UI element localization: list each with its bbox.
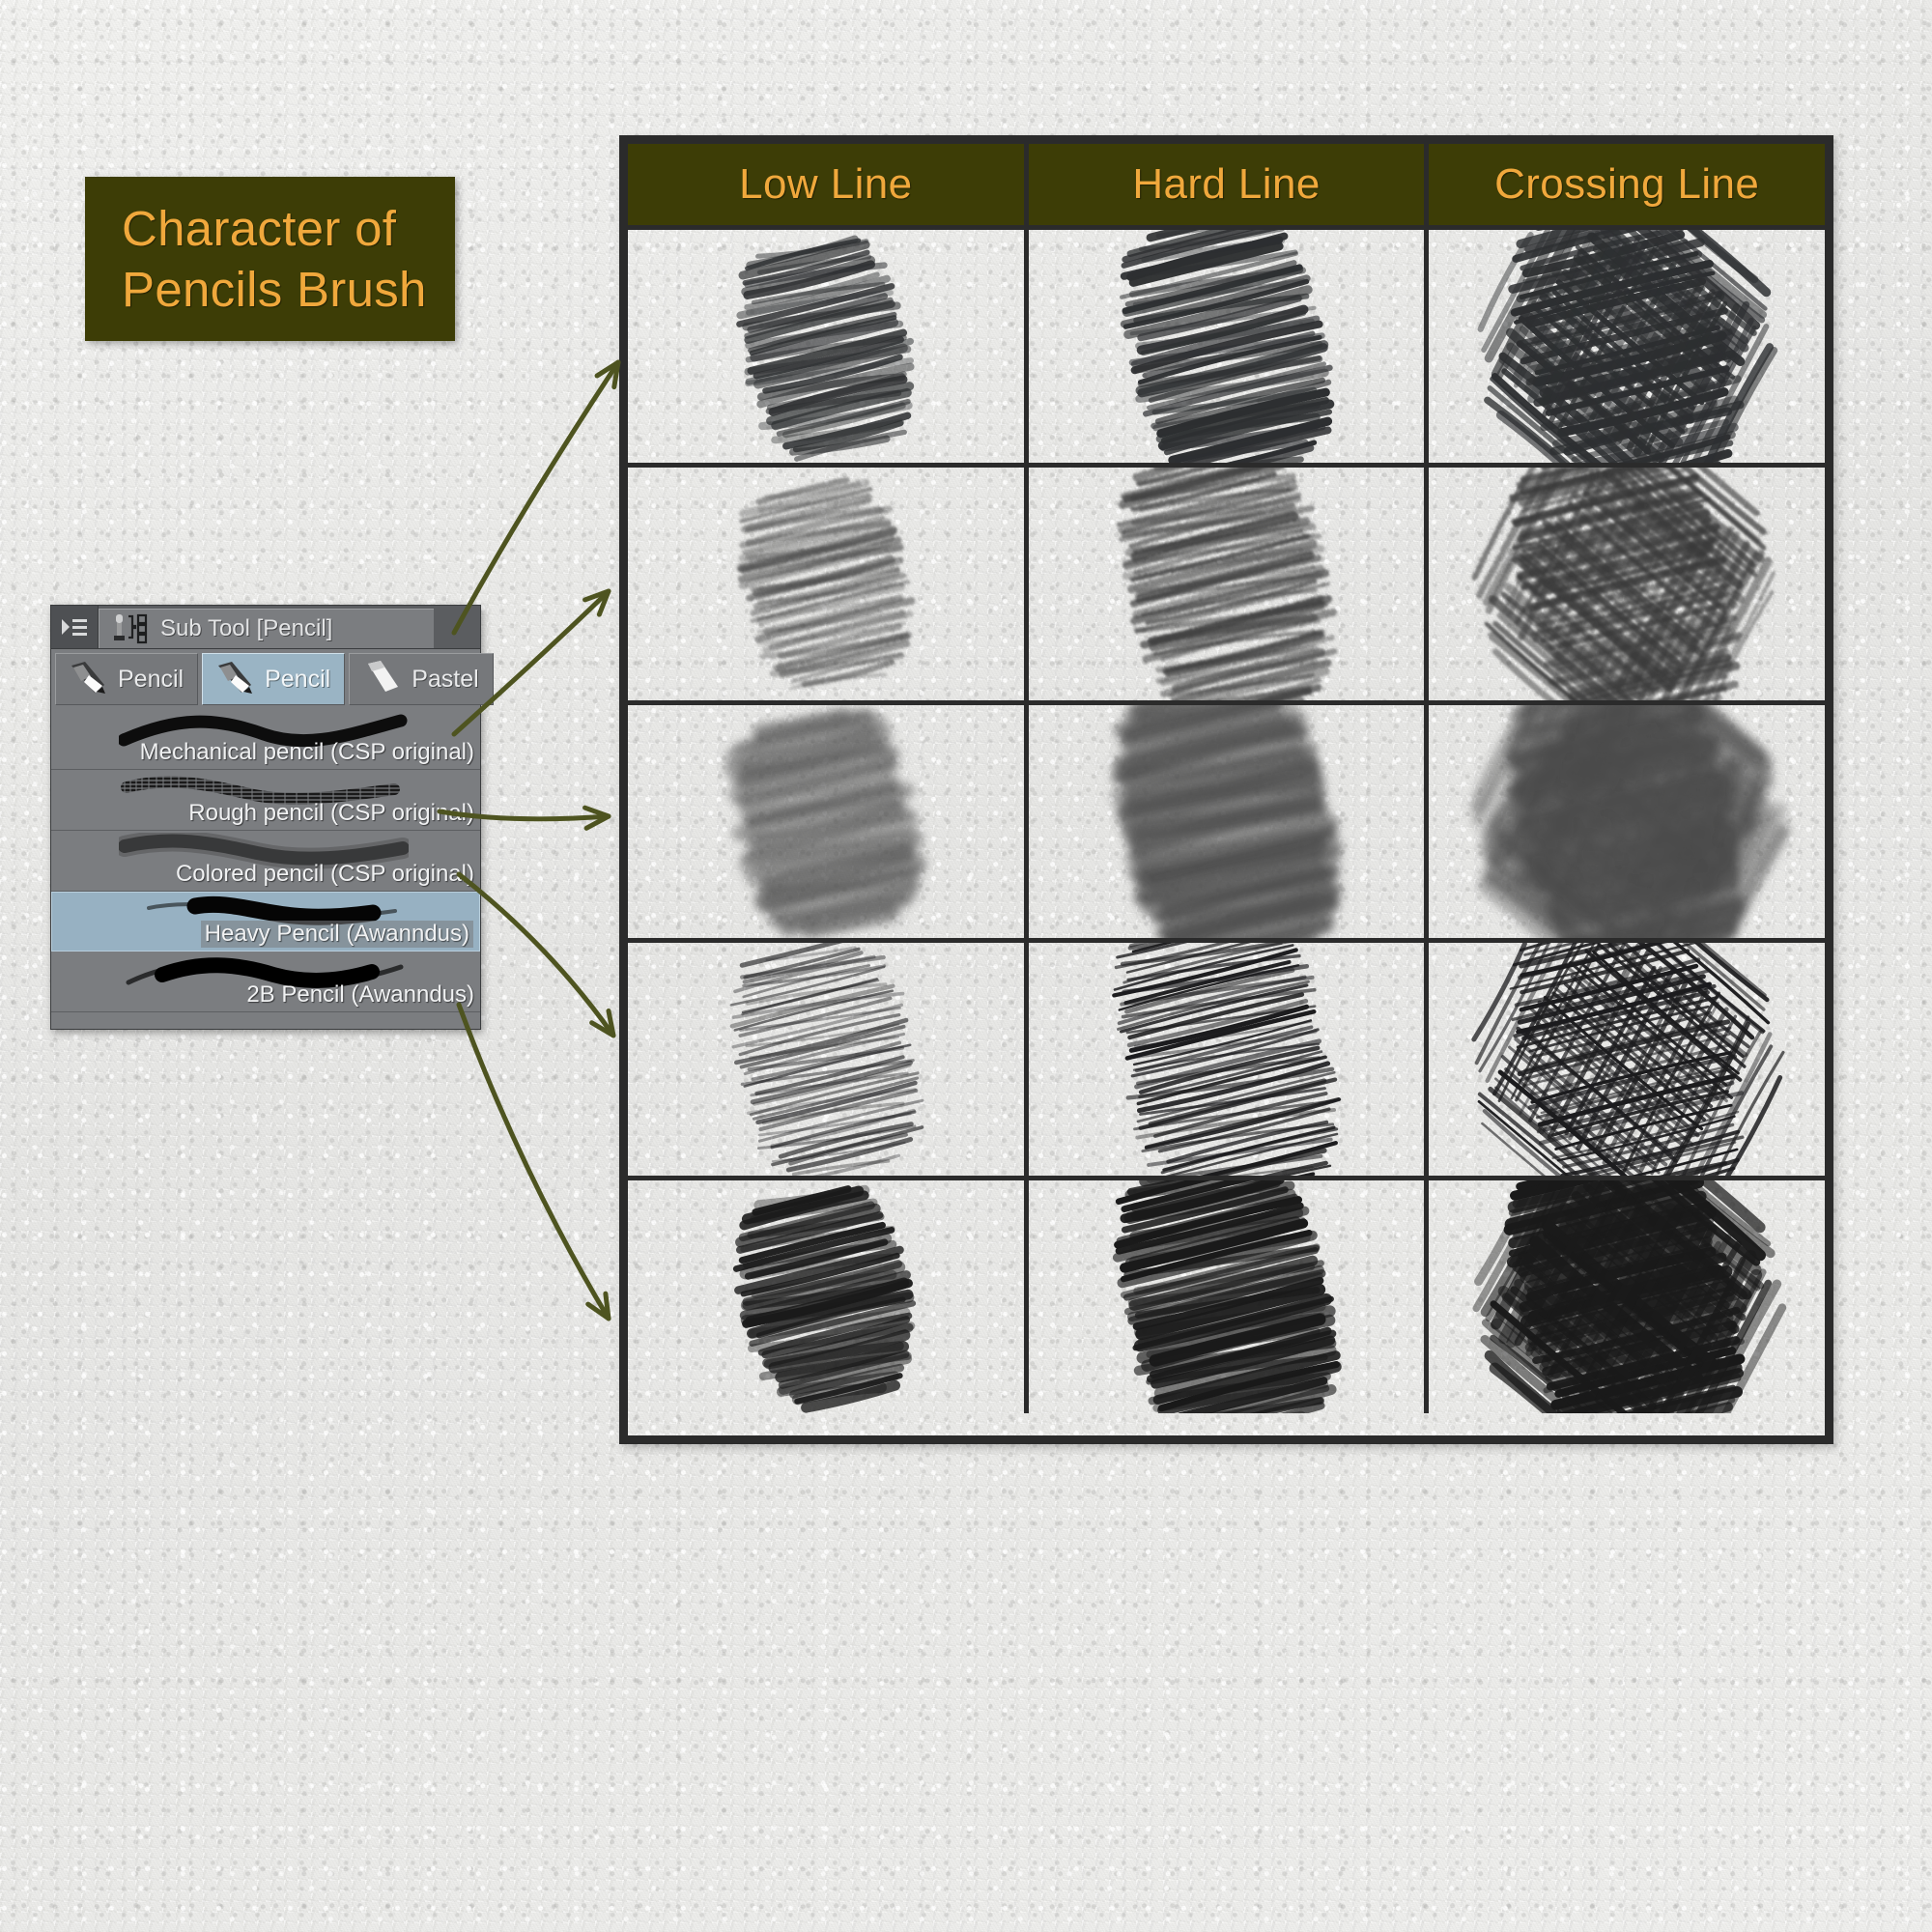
tool-tab-pencil-2[interactable]: Pencil (202, 653, 346, 705)
tool-tab-label: Pencil (118, 665, 185, 693)
sub-tool-icon (114, 613, 148, 644)
pencil-icon (218, 662, 253, 694)
sample-cell (1029, 1180, 1430, 1413)
sample-cell (1029, 468, 1430, 700)
column-header-label: Low Line (739, 160, 913, 208)
sample-cell (628, 705, 1029, 938)
pastel-icon (368, 661, 399, 692)
page-title-line-2: Pencils Brush (122, 262, 427, 317)
sub-tool-title-label: Sub Tool [Pencil] (160, 615, 333, 641)
brush-name: Heavy Pencil (Awanndus) (200, 921, 473, 948)
tool-tab-label: Pencil (265, 665, 331, 693)
table-row (628, 463, 1825, 700)
brush-name: Mechanical pencil (CSP original) (139, 739, 474, 765)
sub-tool-window[interactable]: Sub Tool [Pencil] Pencil Pencil Pastel M… (50, 605, 494, 1030)
column-header-hard-line: Hard Line (1028, 144, 1430, 225)
sub-tool-tab[interactable]: Sub Tool [Pencil] (99, 609, 434, 648)
panel-menu-icon[interactable] (51, 606, 99, 648)
sub-tool-titlebar: Sub Tool [Pencil] (51, 606, 480, 649)
sample-cell (1429, 705, 1825, 938)
page-title-line-1: Character of (122, 201, 397, 256)
list-item[interactable]: Colored pencil (CSP original) (51, 831, 480, 892)
column-header-low-line: Low Line (628, 144, 1029, 225)
tool-tab-pencil-1[interactable]: Pencil (55, 653, 199, 705)
list-item[interactable]: Mechanical pencil (CSP original) (51, 709, 480, 770)
column-header-label: Hard Line (1132, 160, 1321, 208)
sample-cell (628, 230, 1029, 463)
table-row (628, 700, 1825, 938)
brush-name: Rough pencil (CSP original) (188, 800, 474, 826)
tool-tab-label: Pastel (412, 665, 479, 693)
table-header-row: Low Line Hard Line Crossing Line (628, 144, 1826, 225)
table-row (628, 1176, 1825, 1413)
sample-cell (628, 943, 1029, 1176)
brush-name: Colored pencil (CSP original) (175, 861, 474, 887)
sample-cell (628, 1180, 1029, 1413)
sample-cell (628, 468, 1029, 700)
sample-cell (1429, 468, 1825, 700)
pencil-icon (71, 662, 105, 694)
column-header-label: Crossing Line (1494, 160, 1760, 208)
sample-cell (1029, 705, 1430, 938)
sample-cell (1429, 1180, 1825, 1413)
table-row (628, 938, 1825, 1176)
list-item-selected[interactable]: Heavy Pencil (Awanndus) (51, 892, 480, 952)
column-header-crossing-line: Crossing Line (1429, 144, 1826, 225)
brush-name: 2B Pencil (Awanndus) (246, 981, 474, 1008)
list-item[interactable]: 2B Pencil (Awanndus) (51, 952, 480, 1012)
tool-tab-pastel[interactable]: Pastel (349, 653, 494, 705)
sample-cell (1029, 943, 1430, 1176)
tool-tab-strip[interactable]: Pencil Pencil Pastel (51, 649, 494, 709)
sample-cell (1429, 943, 1825, 1176)
table-row (628, 225, 1825, 463)
list-item[interactable]: Rough pencil (CSP original) (51, 770, 480, 831)
sample-cell (1029, 230, 1430, 463)
page-title-card: Character of Pencils Brush (85, 177, 455, 341)
brush-comparison-table: Low Line Hard Line Crossing Line (619, 135, 1833, 1444)
sample-cell (1429, 230, 1825, 463)
brush-list[interactable]: Mechanical pencil (CSP original) Rough p… (51, 709, 480, 1012)
